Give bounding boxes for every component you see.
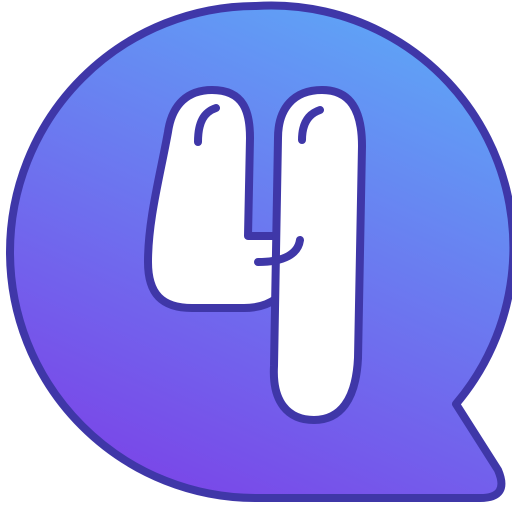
- number-four-speech-bubble-icon: [6, 1, 512, 502]
- app-icon: [0, 0, 512, 512]
